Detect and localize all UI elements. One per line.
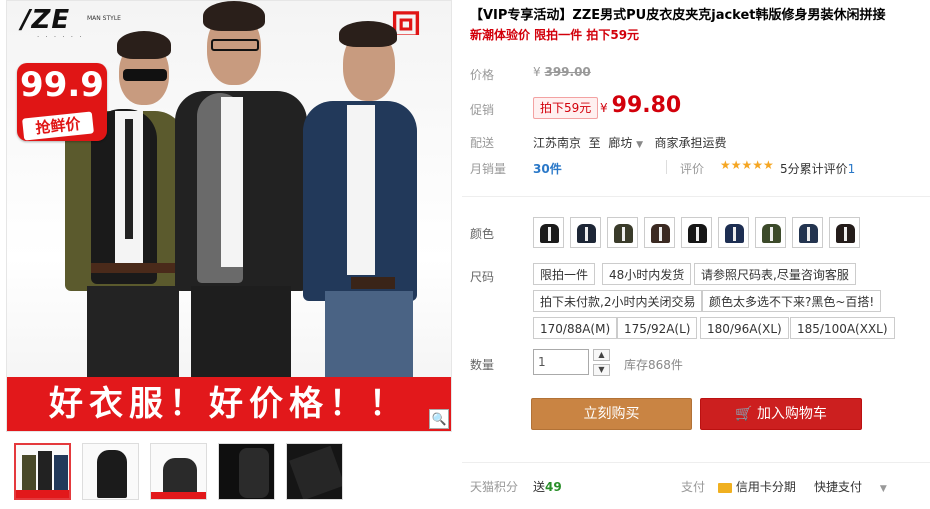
color-swatches [533, 217, 860, 248]
jacket-icon [725, 224, 744, 243]
quick-pay[interactable]: 快捷支付 ▼ [814, 478, 887, 495]
price-badge: 99.9 抢鲜价 [17, 63, 107, 141]
divider [462, 462, 930, 463]
promo-banner: 好衣服！好价格！！ [7, 377, 451, 431]
brand-tagline: · · · · · · [37, 33, 84, 41]
size-note: 请参照尺码表,尽量咨询客服 [694, 263, 856, 285]
sales-label: 月销量 [470, 162, 507, 176]
main-product-image[interactable]: /ZE MAN STYLE · · · · · · 回邮 99.9 抢鲜价 [6, 0, 452, 432]
size-option[interactable]: 185/100A(XXL) [790, 317, 895, 339]
divider [462, 196, 930, 197]
thumbnail-item[interactable] [150, 443, 207, 500]
size-option[interactable]: 180/96A(XL) [700, 317, 789, 339]
brand-logo-sub: MAN STYLE [87, 15, 121, 22]
credit-card-icon [718, 482, 732, 493]
color-swatch[interactable] [755, 217, 786, 248]
size-option[interactable]: 175/92A(L) [617, 317, 698, 339]
shipping-label: 配送 [470, 136, 495, 150]
quantity-down-icon[interactable]: ▼ [593, 364, 610, 376]
corner-text: 回邮 [391, 9, 421, 35]
stock-info: 库存868件 [624, 358, 683, 372]
quantity-input[interactable]: 1 [533, 349, 589, 375]
thumbnail-strip [14, 443, 343, 500]
credit-installment[interactable]: 信用卡分期 [718, 478, 796, 495]
brand-logo: /ZE [21, 5, 71, 35]
points-value: 送49 [533, 480, 562, 494]
color-swatch[interactable] [718, 217, 749, 248]
product-title: 【VIP专享活动】ZZE男式PU皮衣皮夹克jacket韩版修身男装休闲拼接 [470, 8, 886, 23]
color-swatch[interactable] [644, 217, 675, 248]
promo-label: 促销 [470, 103, 495, 117]
jacket-icon [614, 224, 633, 243]
promo-tag: 拍下59元 [533, 97, 599, 119]
jacket-icon [577, 224, 596, 243]
chevron-down-icon: ▼ [879, 484, 887, 494]
size-note: 限拍一件 [533, 263, 596, 285]
jacket-icon [762, 224, 781, 243]
original-price: ¥ 399.00 [533, 65, 591, 79]
color-swatch[interactable] [792, 217, 823, 248]
thumbnail-item[interactable] [82, 443, 139, 500]
thumbnail-item[interactable] [218, 443, 275, 500]
buy-now-button[interactable]: 立刻购买 [531, 398, 692, 430]
points-label: 天猫积分 [470, 480, 519, 494]
magnifier-icon[interactable]: 🔍 [429, 409, 449, 429]
review-label: 评价 [680, 162, 705, 176]
shipping-info: 江苏南京 至 廊坊 ▼ 商家承担运费 [533, 136, 727, 150]
star-rating-icon: ★★★★★ [720, 158, 774, 172]
price-label: 价格 [470, 68, 495, 82]
color-swatch[interactable] [533, 217, 564, 248]
size-label: 尺码 [470, 270, 495, 284]
chevron-down-icon: ▼ [636, 140, 644, 150]
jacket-icon [540, 224, 559, 243]
color-swatch[interactable] [607, 217, 638, 248]
pay-label: 支付 [681, 480, 706, 494]
color-swatch[interactable] [570, 217, 601, 248]
badge-text: 抢鲜价 [22, 111, 94, 141]
quantity-up-icon[interactable]: ▲ [593, 349, 610, 361]
color-label: 颜色 [470, 227, 495, 241]
size-note: 48小时内发货 [602, 263, 692, 285]
thumbnail-item[interactable] [14, 443, 71, 500]
size-option[interactable]: 170/88A(M) [533, 317, 618, 339]
destination-select[interactable]: 廊坊 ▼ [608, 136, 643, 150]
jacket-icon [688, 224, 707, 243]
divider [666, 160, 667, 174]
jacket-icon [651, 224, 670, 243]
color-swatch[interactable] [829, 217, 860, 248]
review-summary[interactable]: 5分累计评价1 [780, 160, 855, 177]
thumbnail-item[interactable] [286, 443, 343, 500]
jacket-icon [799, 224, 818, 243]
monthly-sales: 30件 [533, 162, 562, 176]
quantity-label: 数量 [470, 358, 495, 372]
cart-icon: 🛒 [735, 406, 753, 422]
badge-price: 99.9 [20, 65, 104, 105]
product-subtitle: 新潮体验价 限拍一件 拍下59元 [470, 28, 640, 42]
jacket-icon [836, 224, 855, 243]
size-note: 颜色太多选不下来?黑色~百搭! [702, 290, 882, 312]
promo-price: ¥99.80 [600, 93, 682, 118]
add-to-cart-button[interactable]: 🛒 加入购物车 [700, 398, 862, 430]
color-swatch[interactable] [681, 217, 712, 248]
size-note: 拍下未付款,2小时内关闭交易 [533, 290, 703, 312]
